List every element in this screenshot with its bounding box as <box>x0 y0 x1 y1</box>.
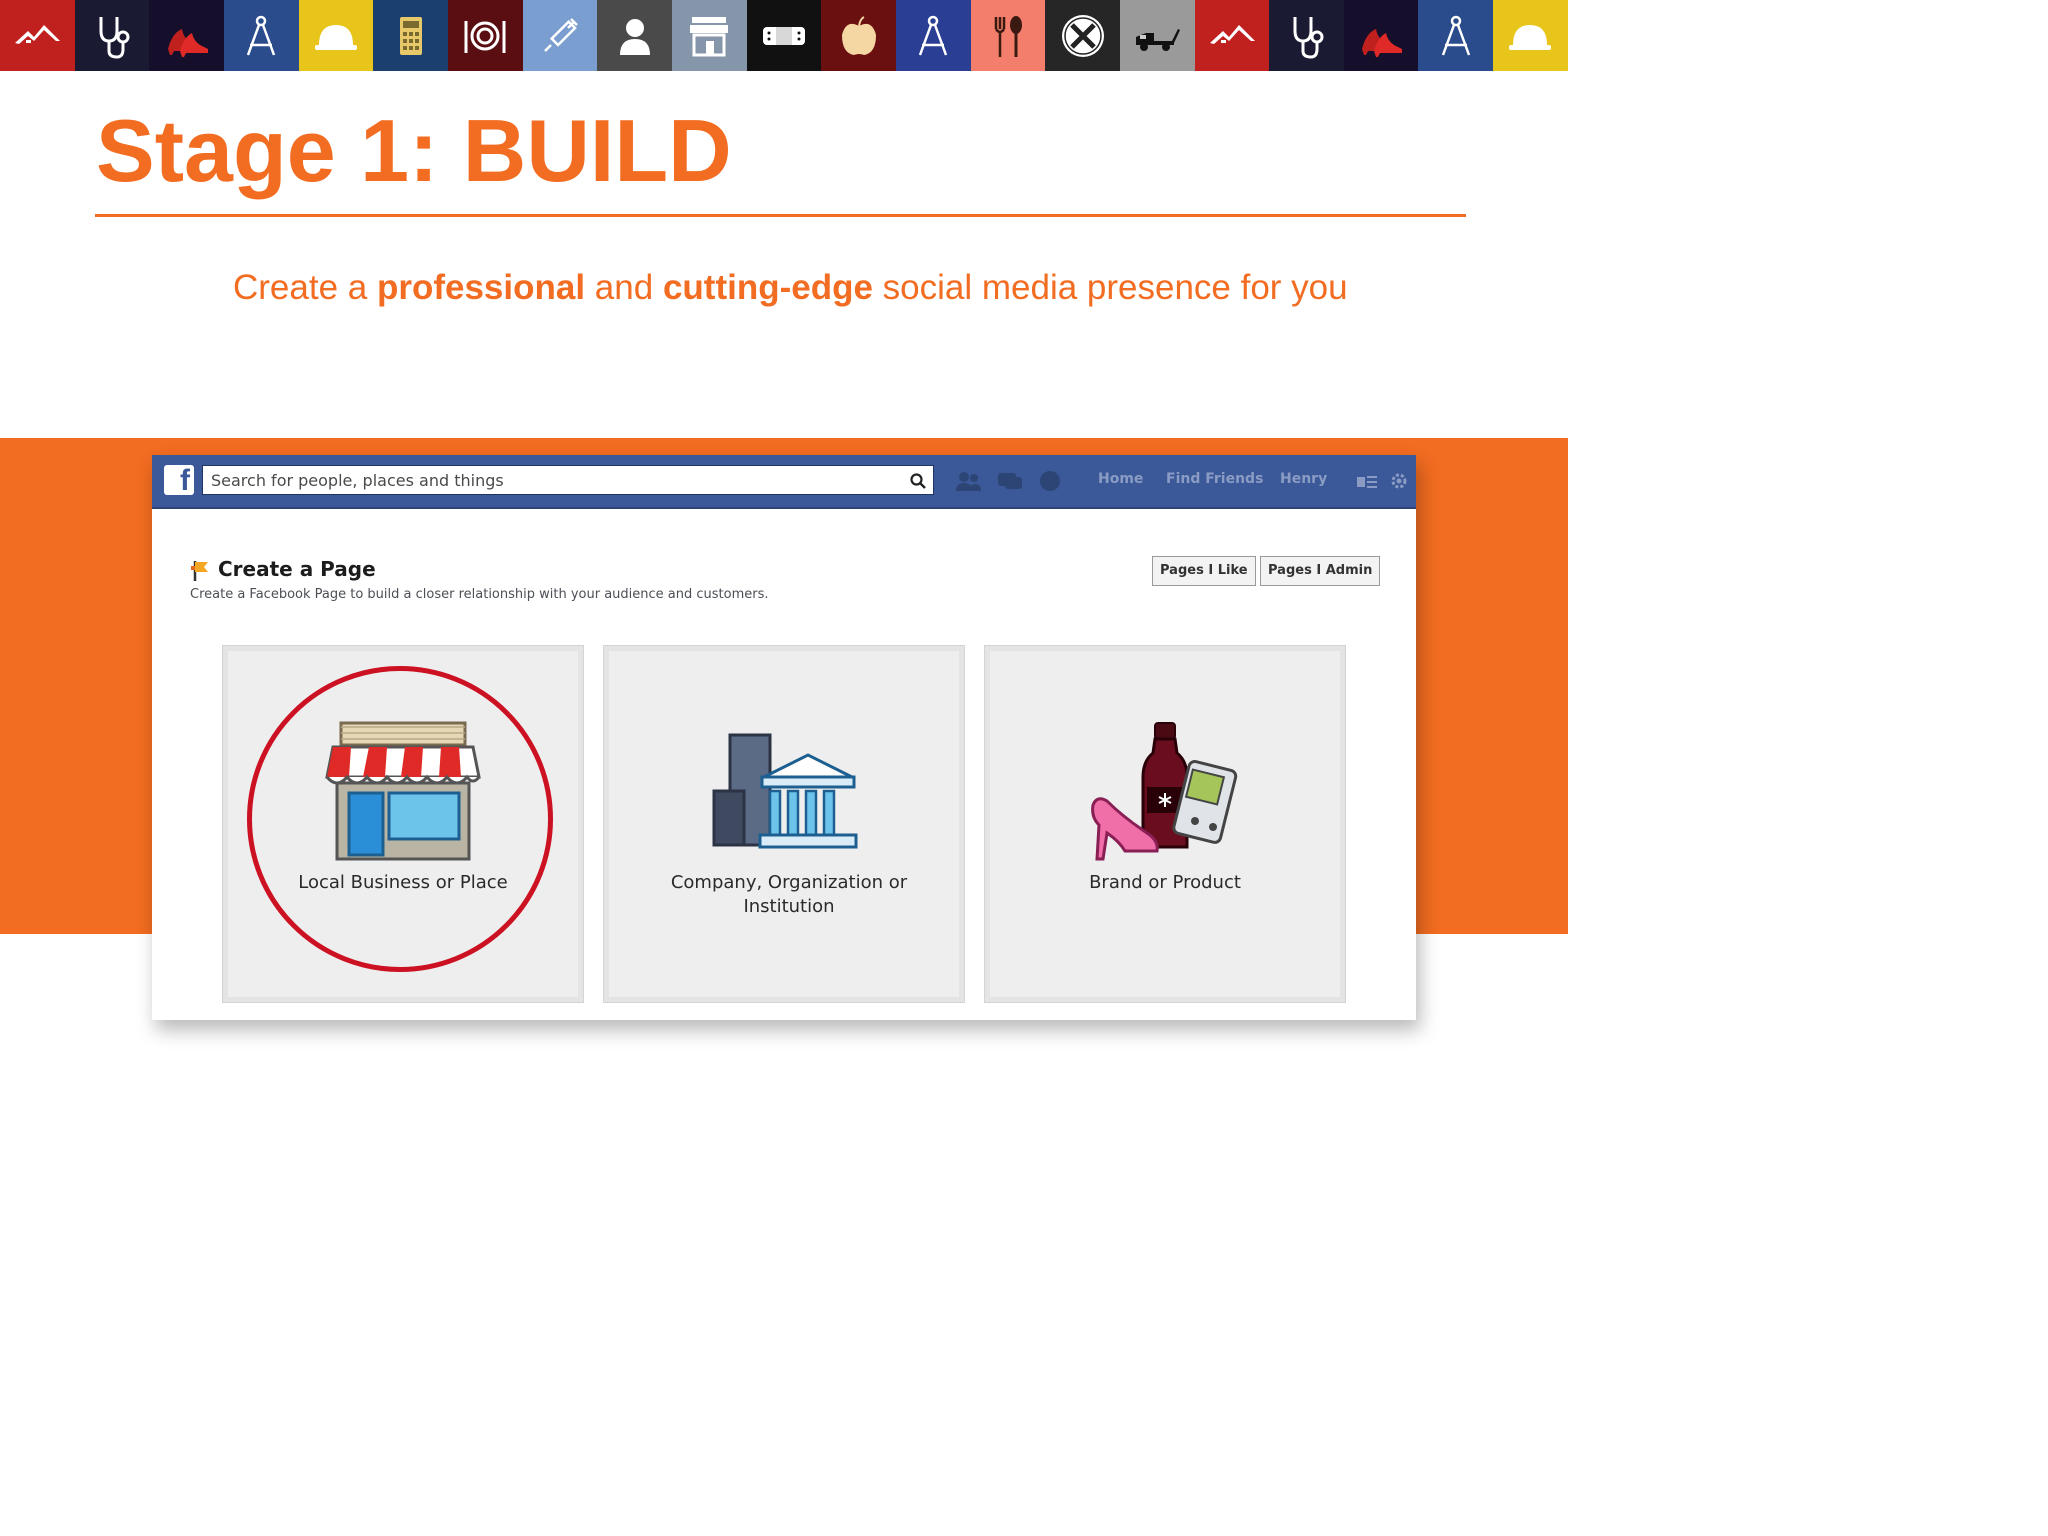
subtitle-emphasis-professional: professional <box>376 268 586 307</box>
title-divider <box>95 214 1466 217</box>
category-label: Company, Organization or Institution <box>670 872 908 917</box>
facebook-top-bar: f Home Find Friends Henry <box>152 455 1416 509</box>
high-heels-icon <box>149 0 224 71</box>
hard-hat-icon <box>1493 0 1568 71</box>
search-icon[interactable] <box>909 472 927 490</box>
person-icon <box>597 0 672 71</box>
icon-strip <box>0 0 1568 71</box>
bandage-icon <box>746 0 822 71</box>
company-building-icon <box>712 733 858 849</box>
pages-i-admin-button[interactable]: Pages I Admin <box>1260 556 1381 586</box>
drafting-compass-icon <box>1418 0 1494 71</box>
subtitle-text: Create a <box>233 268 377 307</box>
storefront-icon <box>671 0 747 71</box>
pages-i-like-button[interactable]: Pages I Like <box>1152 556 1256 586</box>
nav-find-friends[interactable]: Find Friends <box>1166 471 1263 487</box>
privacy-shortcuts-icon[interactable] <box>1356 473 1378 489</box>
roof-icon <box>0 0 75 71</box>
storefront-icon <box>325 721 481 861</box>
messages-icon[interactable] <box>996 469 1024 493</box>
nav-home[interactable]: Home <box>1098 471 1143 487</box>
category-brand-product[interactable]: Brand or Product <box>984 645 1346 1003</box>
fork-spoon-icon <box>970 0 1046 71</box>
category-company-organization[interactable]: Company, Organization or Institution <box>603 645 965 1003</box>
category-label: Brand or Product <box>1089 872 1241 893</box>
gear-icon[interactable] <box>1390 472 1408 490</box>
syringe-icon <box>522 0 598 71</box>
subtitle-text: social media presence for you <box>872 268 1348 307</box>
tools-icon <box>1045 0 1120 71</box>
subtitle-text: and <box>585 268 663 307</box>
search-box <box>202 465 934 495</box>
category-label: Local Business or Place <box>298 872 508 893</box>
roof-icon <box>1194 0 1270 71</box>
drafting-compass-icon <box>223 0 299 71</box>
create-page-title: Create a Page <box>218 557 376 581</box>
tow-truck-icon <box>1119 0 1195 71</box>
high-heels-icon <box>1343 0 1419 71</box>
slide-title: Stage 1: BUILD <box>96 101 732 200</box>
drafting-compass-icon <box>895 0 971 71</box>
create-page-description: Create a Facebook Page to build a closer… <box>190 587 769 602</box>
notifications-icon[interactable] <box>1036 469 1064 493</box>
facebook-logo-glyph: f <box>180 464 190 497</box>
stethoscope-icon <box>74 0 150 71</box>
dinner-plate-icon <box>447 0 523 71</box>
calculator-icon <box>373 0 448 71</box>
facebook-screenshot: f Home Find Friends Henry Create a Page … <box>152 455 1416 1020</box>
subtitle-emphasis-cutting-edge: cutting-edge <box>662 268 873 307</box>
nav-profile[interactable]: Henry <box>1280 471 1327 487</box>
apple-icon <box>821 0 896 71</box>
slide-subtitle: Create a professional and cutting-edge s… <box>233 268 1348 308</box>
search-input[interactable] <box>203 466 909 494</box>
create-page-flag-icon <box>191 561 208 581</box>
hard-hat-icon <box>298 0 374 71</box>
category-local-business[interactable]: Local Business or Place <box>222 645 584 1003</box>
friend-requests-icon[interactable] <box>954 469 982 493</box>
stethoscope-icon <box>1269 0 1344 71</box>
brand-product-icon <box>1091 722 1238 861</box>
facebook-logo[interactable]: f <box>164 464 194 497</box>
